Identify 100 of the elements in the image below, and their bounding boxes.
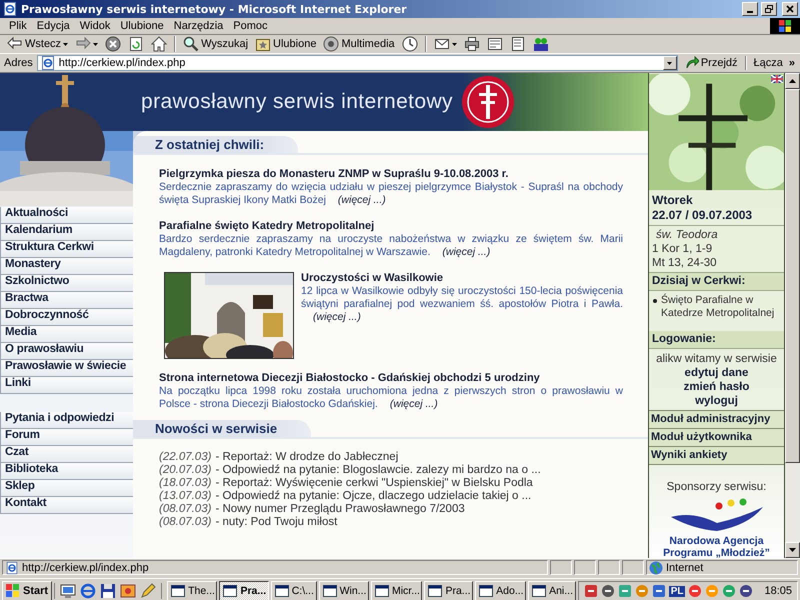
update-link[interactable]: - Odpowiedź na pytanie: Blogoslawcie. zalezy mi bardzo na o ... [215, 464, 541, 476]
start-button[interactable]: Start [2, 580, 52, 600]
scroll-up-button[interactable] [785, 73, 800, 89]
address-field[interactable]: http://cerkiew.pl/index.php [36, 55, 678, 71]
menu-item[interactable]: Edycja [32, 20, 75, 32]
menu-item[interactable]: Widok [74, 20, 116, 32]
update-link[interactable]: - Odpowiedź na pytanie: Ojcze, dlaczego udzielacie takiej o ... [215, 490, 532, 502]
window-icon [274, 584, 289, 598]
browser-icon[interactable] [80, 583, 96, 599]
module-link[interactable]: Moduł użytkownika [649, 428, 784, 446]
news-summary: Bardzo serdecznie zapraszamy na uroczyste nabożeństwa w związku ze świętem św. Marii Magdaleny, patronki Katedry Metropolitalnej w Warszawie. (więcej ...) [159, 233, 623, 259]
desktop-icon[interactable] [60, 583, 76, 599]
status-text: http://cerkiew.pl/index.php [22, 562, 149, 574]
menu-item[interactable]: Narzędzia [168, 20, 228, 32]
news-title[interactable]: Strona internetowa Diecezji Białostocko - Gdańskiej obchodzi 5 urodziny [159, 372, 623, 384]
tray-icon[interactable] [584, 584, 598, 598]
news-summary: Na początku lipca 1998 roku została uruchomiona jedna z pierwszych stron o prawosławiu w Polsce - strona Diecezji Białostocko Gdańskiej. (więcej ...) [159, 385, 623, 411]
caret-icon [667, 62, 672, 64]
search-button[interactable]: Wyszukaj [180, 35, 252, 53]
envelope-icon [434, 36, 450, 52]
update-link[interactable]: - Nowy numer Przeglądu Prawosławnego 7/2003 [215, 503, 465, 515]
nav-link[interactable]: Monastery [0, 258, 133, 275]
back-arrow-icon [7, 36, 23, 52]
taskbar-button[interactable]: Pra... [424, 580, 474, 600]
account-link[interactable]: wyloguj [649, 394, 784, 408]
scrollbar-thumb[interactable] [785, 89, 800, 463]
taskbar-button[interactable]: Win... [318, 580, 369, 600]
taskbar-button[interactable]: Ado... [475, 580, 526, 600]
go-button[interactable]: Przejdź [682, 55, 741, 71]
menu-item[interactable]: Ulubione [115, 20, 169, 32]
update-date: (18.07.03) [159, 477, 212, 489]
taskbar-button[interactable]: Pra... [219, 580, 269, 600]
account-link[interactable]: edytuj dane [649, 366, 784, 380]
nav-link[interactable]: Dobroczynność [0, 309, 133, 326]
news-summary: 12 lipca w Wasilkowie odbyły się uroczystości 150-lecia poświęcenia świątyni parafialnej pod wezwaniem śś. apostołów Piotra i Pawła. (więcej ...) [301, 285, 623, 324]
nav-link[interactable]: Biblioteka [0, 463, 133, 480]
nav-link[interactable]: Forum [0, 429, 133, 446]
event-link[interactable]: Święto Parafialne w Katedrze Metropolitalnej [661, 294, 782, 328]
account-link[interactable]: zmień hasło [649, 380, 784, 394]
tray-icon[interactable] [688, 584, 702, 598]
update-date: (08.07.03) [159, 503, 212, 515]
media-button[interactable]: Multimedia [320, 35, 398, 53]
module-link[interactable]: Wyniki ankiety [649, 446, 784, 464]
window-icon [428, 584, 442, 598]
language-indicator[interactable]: PL [668, 586, 686, 596]
update-date: (20.07.03) [159, 464, 212, 476]
news-title[interactable]: Parafialne święto Katedry Metropolitalnej [159, 220, 623, 232]
bullet-icon [653, 299, 657, 303]
close-button[interactable] [782, 2, 798, 16]
minimize-button[interactable] [742, 2, 758, 16]
pencil-icon[interactable] [140, 583, 156, 599]
caret-icon [452, 42, 457, 46]
tray-icon[interactable] [652, 584, 666, 598]
nav-link[interactable]: Aktualności [0, 207, 133, 224]
nav-link[interactable]: Czat [0, 446, 133, 463]
arrow-down-icon [789, 548, 796, 552]
nav-link[interactable]: Sklep [0, 480, 133, 497]
taskbar-button[interactable]: The... [167, 580, 218, 600]
module-link[interactable]: Moduł administracyjny [649, 410, 784, 428]
nav-link[interactable]: Media [0, 326, 133, 343]
update-link[interactable]: - Reportaż: W drodze do Jabłecznej [215, 451, 398, 463]
nav-link[interactable]: Bractwa [0, 292, 133, 309]
news-title[interactable]: Pielgrzymka piesza do Monasteru ZNMP w Supraślu 9-10.08.2003 r. [159, 168, 623, 180]
taskbar-button[interactable]: Micr... [370, 580, 422, 600]
news-title[interactable]: Uroczystości w Wasilkowie [301, 272, 623, 284]
window-title: Prawosławny serwis internetowy - Microsoft Internet Explorer [21, 2, 408, 16]
window-icon [322, 584, 337, 598]
taskbar-button[interactable]: C:\... [270, 580, 317, 600]
media-icon[interactable] [120, 583, 136, 599]
panel-heading: Logowanie: [649, 331, 784, 349]
scroll-down-button[interactable] [785, 542, 800, 558]
nav-link[interactable]: Pytania i odpowiedzi [0, 412, 133, 429]
tray-icon[interactable] [739, 584, 754, 598]
nav-link[interactable]: Struktura Cerkwi [0, 241, 133, 258]
links-button[interactable]: Łącza » [750, 55, 798, 71]
more-link[interactable]: (więcej ...) [338, 194, 386, 206]
nav-link[interactable]: Linki [0, 377, 133, 394]
menu-item[interactable]: Pomoc [228, 20, 273, 32]
more-link[interactable]: (więcej ...) [390, 398, 438, 410]
more-link[interactable]: (więcej ...) [442, 246, 490, 258]
nav-link[interactable]: Kalendarium [0, 224, 133, 241]
tray-icon[interactable] [600, 584, 615, 598]
menu-item[interactable]: Plik [4, 20, 32, 32]
flag-icon[interactable] [771, 75, 783, 83]
favorites-button[interactable]: Ulubione [252, 35, 320, 53]
back-button[interactable]: Wstecz [4, 35, 72, 53]
nav-link[interactable]: O prawosławiu [0, 343, 133, 360]
update-link[interactable]: - Reportaż: Wyświęcenie cerkwi "Uspienskiej" w Bielsku Podla [215, 477, 533, 489]
dropdown-button[interactable] [662, 56, 677, 70]
restore-button[interactable] [761, 2, 777, 16]
more-link[interactable]: (więcej ...) [313, 311, 361, 323]
globe-icon [649, 560, 663, 574]
nav-link[interactable]: Szkolnictwo [0, 275, 133, 292]
sponsors-heading: Sponsorzy serwisu: [666, 481, 766, 493]
taskbar-button[interactable]: Ani... [528, 580, 576, 600]
news-summary: Serdecznie zapraszamy do wzięcia udziału w pieszej pielgrzymce Białystok - Supraśl na obchody święta Supraskiej Ikony Matki Bożej (więcej ...) [159, 181, 623, 207]
nav-link[interactable]: Kontakt [0, 497, 133, 514]
nav-link[interactable]: Prawosławie w świecie [0, 360, 133, 377]
update-link[interactable]: - nuty: Pod Twoju miłost [215, 516, 338, 528]
window-icon [171, 584, 186, 598]
